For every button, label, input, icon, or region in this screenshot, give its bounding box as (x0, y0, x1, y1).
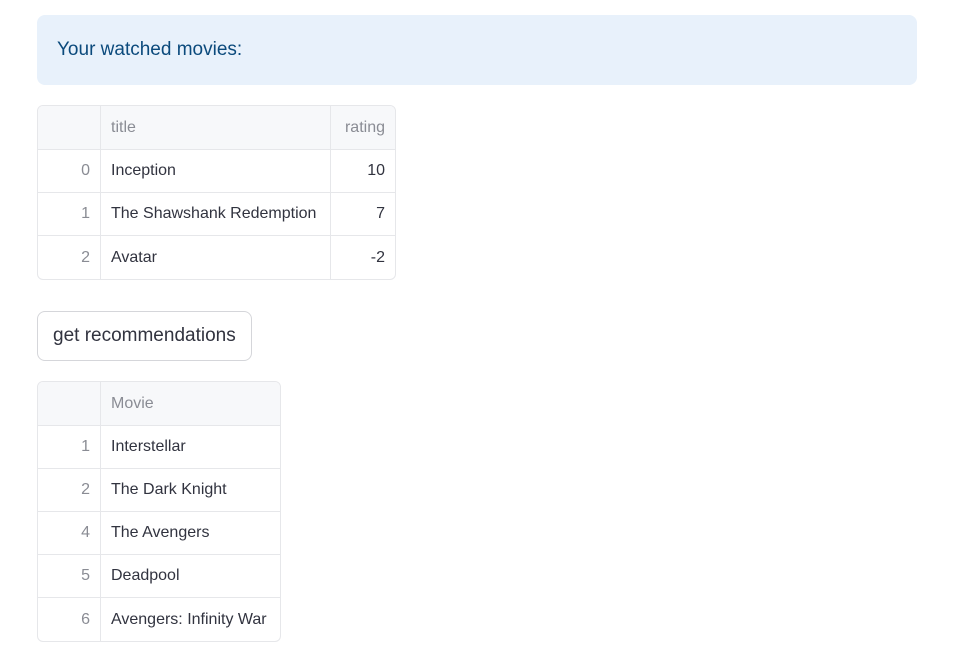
info-alert-text: Your watched movies: (57, 39, 243, 60)
index-column-header (38, 106, 101, 150)
table-header-row: Movie (38, 382, 280, 426)
cell-movie[interactable]: Avengers: Infinity War (101, 598, 280, 641)
row-index: 1 (38, 426, 101, 469)
column-header-rating[interactable]: rating (331, 106, 395, 150)
table-row: 4 The Avengers (38, 512, 280, 555)
cell-movie[interactable]: The Avengers (101, 512, 280, 555)
cell-rating[interactable]: -2 (331, 236, 395, 279)
row-index: 5 (38, 555, 101, 598)
watched-movies-table[interactable]: title rating 0 Inception 10 1 The Shawsh… (37, 105, 396, 280)
info-alert: Your watched movies: (37, 15, 917, 85)
cell-rating[interactable]: 10 (331, 150, 395, 193)
row-index: 0 (38, 150, 101, 193)
cell-movie[interactable]: Deadpool (101, 555, 280, 598)
cell-movie[interactable]: Interstellar (101, 426, 280, 469)
table-row: 6 Avengers: Infinity War (38, 598, 280, 641)
table-row: 1 The Shawshank Redemption 7 (38, 193, 395, 236)
cell-title[interactable]: The Shawshank Redemption (101, 193, 331, 236)
cell-title[interactable]: Inception (101, 150, 331, 193)
cell-movie[interactable]: The Dark Knight (101, 469, 280, 512)
row-index: 2 (38, 236, 101, 279)
row-index: 2 (38, 469, 101, 512)
index-column-header (38, 382, 101, 426)
row-index: 4 (38, 512, 101, 555)
column-header-movie[interactable]: Movie (101, 382, 280, 426)
table-row: 2 The Dark Knight (38, 469, 280, 512)
row-index: 1 (38, 193, 101, 236)
cell-title[interactable]: Avatar (101, 236, 331, 279)
column-header-title[interactable]: title (101, 106, 331, 150)
table-row: 5 Deadpool (38, 555, 280, 598)
cell-rating[interactable]: 7 (331, 193, 395, 236)
recommendations-table[interactable]: Movie 1 Interstellar 2 The Dark Knight 4… (37, 381, 281, 642)
table-row: 1 Interstellar (38, 426, 280, 469)
get-recommendations-button[interactable]: get recommendations (37, 311, 252, 361)
table-row: 2 Avatar -2 (38, 236, 395, 279)
row-index: 6 (38, 598, 101, 641)
table-row: 0 Inception 10 (38, 150, 395, 193)
table-header-row: title rating (38, 106, 395, 150)
